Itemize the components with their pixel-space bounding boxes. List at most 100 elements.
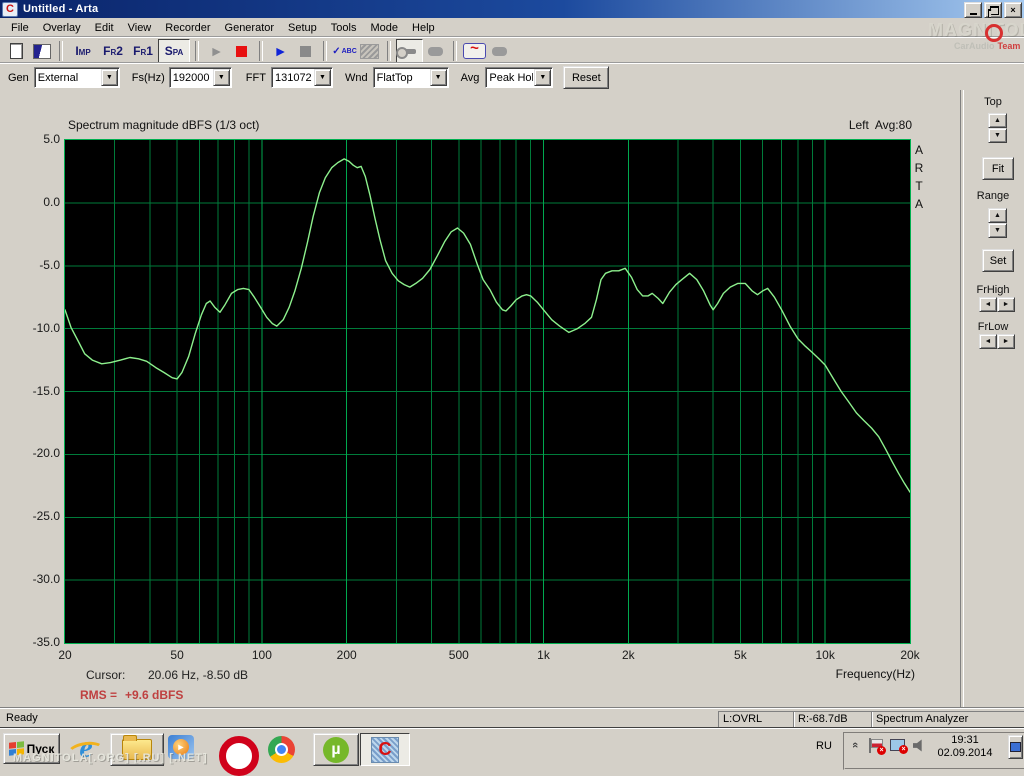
media-player-icon[interactable]: ► [168,735,194,759]
menu-mode[interactable]: Mode [363,20,405,36]
fft-select[interactable]: 131072 ▼ [271,67,333,88]
language-indicator[interactable]: RU [816,740,832,752]
menu-tools[interactable]: Tools [324,20,364,36]
frhigh-right-button[interactable]: ► [997,297,1015,312]
wnd-select[interactable]: FlatTop ▼ [373,67,449,88]
play-disabled-button[interactable]: ► [204,40,229,62]
lock-button[interactable] [396,39,423,63]
frhigh-left-button[interactable]: ◄ [979,297,997,312]
menu-recorder[interactable]: Recorder [158,20,217,36]
internet-explorer-icon[interactable]: e [70,734,102,762]
x-tick-label: 1k [537,648,550,662]
fr1-mode-button[interactable]: Fr1 [128,40,158,62]
menu-view[interactable]: View [121,20,159,36]
spa-mode-button[interactable]: Spa [158,39,190,63]
utorrent-taskbar-button[interactable]: µ [313,733,359,766]
title-bar: C Untitled - Arta × [0,0,1024,18]
frlow-left-button[interactable]: ◄ [979,334,997,349]
y-axis-labels: 5.00.0-5.0-10.0-15.0-20.0-25.0-30.0-35.0 [16,139,60,642]
spectrum-curve [65,140,910,643]
disabled-tool-button[interactable] [487,40,512,62]
set-button[interactable]: Set [982,249,1014,272]
frlow-label: FrLow [965,321,1021,333]
left-arrow-icon: ◄ [985,301,992,308]
opera-icon[interactable] [219,736,259,776]
record-button[interactable] [229,40,254,62]
start-label: Пуск [27,742,55,756]
toolbar-separator [259,41,263,61]
new-file-button[interactable] [4,40,29,62]
frlow-spinner: ◄ ► [979,334,1015,349]
network-badge: × [899,745,908,754]
app-icon[interactable]: C [2,2,18,17]
overlay-icon [33,44,51,59]
crossed-display-icon [360,44,379,59]
close-button[interactable]: × [1004,2,1022,18]
restore-icon [990,6,999,15]
top-up-button[interactable]: ▲ [988,113,1007,128]
calibrate-button[interactable]: ✓ABC [332,40,357,62]
top-down-button[interactable]: ▼ [988,128,1007,143]
key-icon [403,49,416,54]
menu-edit[interactable]: Edit [88,20,121,36]
overlay-button[interactable] [29,40,54,62]
menu-generator[interactable]: Generator [218,20,282,36]
clock-date: 02.09.2014 [937,747,992,760]
record-icon [236,46,247,57]
status-right-level: R:-68.7dB [793,711,873,729]
tray-chevron-icon[interactable]: « [849,742,861,748]
disabled-tool-button[interactable] [423,40,448,62]
avg-select[interactable]: Peak Hol ▼ [485,67,553,88]
start-analysis-button[interactable]: ► [268,40,293,62]
fs-select[interactable]: 192000 ▼ [169,67,232,88]
explorer-taskbar-button[interactable] [110,733,164,766]
down-arrow-icon: ▼ [994,227,1001,234]
arta-taskbar-button[interactable]: C [360,733,410,766]
status-mode: Spectrum Analyzer [871,711,1024,729]
right-arrow-icon: ► [1003,338,1010,345]
menu-overlay[interactable]: Overlay [36,20,88,36]
frlow-right-button[interactable]: ► [997,334,1015,349]
no-display-button[interactable] [357,40,382,62]
dropdown-button[interactable]: ▼ [534,69,551,86]
range-down-button[interactable]: ▼ [988,223,1007,238]
menu-file[interactable]: File [4,20,36,36]
left-arrow-icon: ◄ [985,338,992,345]
sine-wave-icon: ~ [463,43,486,59]
security-alert-icon[interactable]: × [868,738,884,754]
gen-value: External [35,72,100,84]
dropdown-button[interactable]: ▼ [314,69,331,86]
menu-setup[interactable]: Setup [281,20,324,36]
spectrum-plot[interactable] [64,139,911,644]
restore-button[interactable] [984,2,1002,18]
channel-average-info: Left Avg:80 [740,118,912,132]
check-icon: ✓ [332,46,340,57]
network-disconnected-icon[interactable]: × [890,739,906,753]
signal-generator-button[interactable]: ~ [462,40,487,62]
status-ready: Ready [6,712,38,724]
reset-button[interactable]: Reset [563,66,609,89]
toolbar-separator [453,41,457,61]
dropdown-button[interactable]: ▼ [430,69,447,86]
start-button[interactable]: Пуск [3,733,60,764]
alert-badge: × [877,746,886,755]
dropdown-button[interactable]: ▼ [101,69,118,86]
imp-mode-button[interactable]: Imp [68,40,98,62]
fr2-mode-button[interactable]: Fr2 [98,40,128,62]
fit-button[interactable]: Fit [982,157,1014,180]
gen-select[interactable]: External ▼ [34,67,120,88]
minimize-button[interactable] [964,2,982,18]
y-tick-label: -35.0 [33,635,60,649]
stop-analysis-button[interactable] [293,40,318,62]
top-scale-label: Top [965,96,1021,108]
dropdown-button[interactable]: ▼ [213,69,230,86]
measurement-settings-bar: Gen External ▼ Fs(Hz) 192000 ▼ FFT 13107… [0,63,1024,91]
toolbar-separator [59,41,63,61]
menu-help[interactable]: Help [405,20,442,36]
taskbar-clock[interactable]: 19:31 02.09.2014 [932,732,998,762]
main-toolbar: Imp Fr2 Fr1 Spa ► ► ✓ABC ~ [0,37,1024,64]
range-up-button[interactable]: ▲ [988,208,1007,223]
show-desktop-button[interactable] [1008,735,1023,759]
chrome-icon[interactable] [268,736,295,763]
avg-value: Peak Hol [486,72,533,84]
